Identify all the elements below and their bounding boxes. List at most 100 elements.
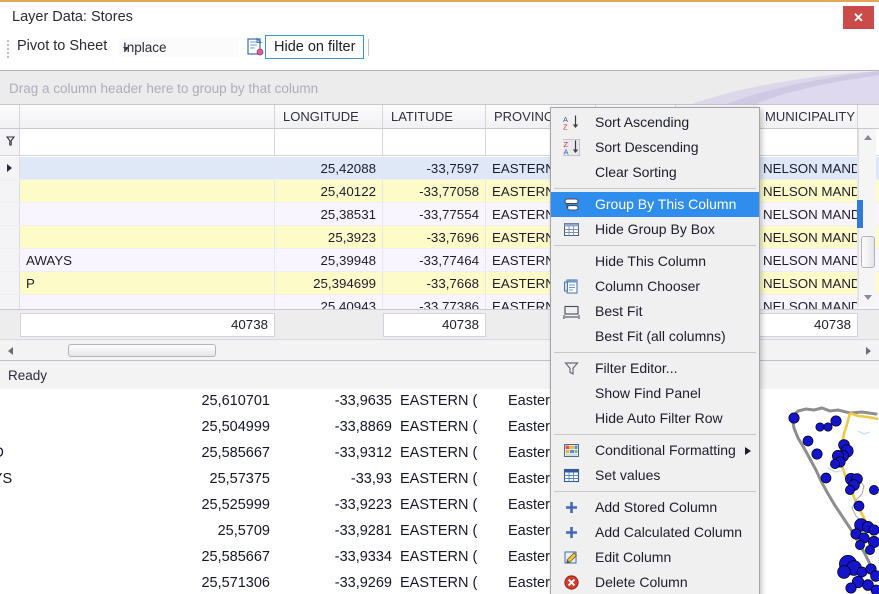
background-cell-prov: EASTERN (: [400, 388, 508, 414]
toolbar-drag-handle[interactable]: [7, 40, 11, 57]
grid-cell-lon[interactable]: 25,40122: [275, 180, 383, 202]
grid-column-header-lat[interactable]: LATITUDE: [383, 105, 486, 128]
grid-cell-muni[interactable]: NELSON MANDEL: [757, 249, 858, 271]
pivot-to-sheet-label[interactable]: Pivot to Sheet: [17, 38, 107, 54]
close-button[interactable]: ✕: [843, 6, 874, 29]
grid-cell-lon[interactable]: 25,42088: [275, 157, 383, 179]
menu-item-best-fit[interactable]: Best Fit: [551, 299, 759, 324]
menu-item-label: Sort Descending: [595, 139, 699, 155]
grid-cell-lat[interactable]: -33,7668: [383, 272, 486, 294]
menu-item-conditional-formatting[interactable]: Conditional Formatting: [551, 438, 759, 463]
grid-column-header-name[interactable]: [20, 105, 275, 128]
scroll-left-arrow-icon[interactable]: [8, 347, 13, 355]
grid-cell-lon[interactable]: 25,39948: [275, 249, 383, 271]
scroll-up-arrow-icon[interactable]: [864, 135, 872, 140]
pivot-mode-select[interactable]: Inplace: [118, 36, 240, 58]
grid-cell-lat[interactable]: -33,77554: [383, 203, 486, 225]
menu-item-add-calculated-column[interactable]: Add Calculated Column: [551, 520, 759, 545]
current-row-arrow-icon: [7, 164, 12, 172]
grid-cell-name[interactable]: [20, 180, 275, 202]
grid-cell-name[interactable]: AWAYS: [20, 249, 275, 271]
grid-cell-muni[interactable]: NELSON MANDEL: [757, 272, 858, 294]
grid-cell-name[interactable]: [20, 295, 275, 309]
background-cell-name: ROAD: [0, 440, 122, 466]
background-cell-name: T: [0, 388, 122, 414]
background-cell-lat: -33,8869: [272, 414, 392, 440]
grid-cell-muni[interactable]: NELSON MANDEL: [757, 180, 858, 202]
menu-separator: [554, 491, 756, 492]
menu-item-label: Add Stored Column: [595, 499, 717, 515]
menu-item-label: Add Calculated Column: [595, 524, 742, 540]
menu-item-column-chooser[interactable]: Column Chooser: [551, 274, 759, 299]
menu-item-hide-auto-filter-row[interactable]: Hide Auto Filter Row: [551, 406, 759, 431]
grid-cell-muni[interactable]: NELSON MANDEL: [757, 203, 858, 225]
menu-item-label: Best Fit: [595, 303, 642, 319]
scroll-right-arrow-icon[interactable]: [866, 347, 871, 355]
grid-cell-lon[interactable]: 25,38531: [275, 203, 383, 225]
row-indicator[interactable]: [0, 249, 20, 271]
background-cell-lon: 25,504999: [120, 414, 270, 440]
grid-cell-name[interactable]: [20, 203, 275, 225]
background-cell-prov: EASTERN (: [400, 492, 508, 518]
scroll-down-arrow-icon[interactable]: [864, 295, 872, 300]
grid-column-header-muni[interactable]: MUNICIPALITY: [757, 105, 858, 128]
filter-input-lon[interactable]: [275, 129, 383, 155]
grid-cell-name[interactable]: [20, 226, 275, 248]
grid-cell-lat[interactable]: -33,7696: [383, 226, 486, 248]
menu-item-sort-descending[interactable]: ZASort Descending: [551, 135, 759, 160]
grid-cell-lat[interactable]: -33,77058: [383, 180, 486, 202]
export-icon[interactable]: [244, 36, 266, 58]
grid-cell-lat[interactable]: -33.77386: [383, 295, 486, 309]
menu-item-label: Conditional Formatting: [595, 442, 736, 458]
filter-input-muni[interactable]: [757, 129, 858, 155]
background-cell-lon: 25,610701: [120, 388, 270, 414]
row-indicator[interactable]: [0, 226, 20, 248]
menu-item-delete-column[interactable]: Delete Column: [551, 570, 759, 594]
grid-cell-muni[interactable]: NELSON MANDEL: [757, 295, 858, 309]
map-view[interactable]: [757, 386, 879, 594]
group-by-box[interactable]: Drag a column header here to group by th…: [0, 70, 879, 105]
hide-on-filter-button[interactable]: Hide on filter: [265, 35, 364, 59]
menu-item-sort-ascending[interactable]: AZSort Ascending: [551, 110, 759, 135]
menu-item-filter-editor[interactable]: Filter Editor...: [551, 356, 759, 381]
row-indicator[interactable]: [0, 272, 20, 294]
grid-cell-lat[interactable]: -33,7597: [383, 157, 486, 179]
menu-item-label: Hide Group By Box: [595, 221, 715, 237]
grid-cell-lon[interactable]: 25.40943: [275, 295, 383, 309]
filter-row-indicator: [0, 129, 20, 155]
row-indicator[interactable]: [0, 157, 20, 179]
grid-cell-name[interactable]: P: [20, 272, 275, 294]
row-indicator[interactable]: [0, 203, 20, 225]
grid-column-header-lon[interactable]: LONGITUDE: [275, 105, 383, 128]
submenu-arrow-icon: [745, 447, 751, 455]
menu-item-label: Set values: [595, 467, 660, 483]
menu-item-add-stored-column[interactable]: Add Stored Column: [551, 495, 759, 520]
menu-item-set-values[interactable]: Set values: [551, 463, 759, 488]
menu-item-label: Clear Sorting: [595, 164, 677, 180]
set-values-icon: [563, 467, 580, 484]
menu-item-show-find-panel[interactable]: Show Find Panel: [551, 381, 759, 406]
menu-item-edit-column[interactable]: Edit Column: [551, 545, 759, 570]
menu-item-hide-group-by-box[interactable]: Hide Group By Box: [551, 217, 759, 242]
conditional-formatting-icon: [563, 442, 580, 459]
filter-input-lat[interactable]: [383, 129, 486, 155]
grid-cell-lon[interactable]: 25,3923: [275, 226, 383, 248]
row-indicator[interactable]: [0, 295, 20, 309]
grid-cell-muni[interactable]: NELSON MANDEL: [757, 226, 858, 248]
horizontal-scroll-thumb[interactable]: [68, 344, 216, 357]
menu-item-hide-this-column[interactable]: Hide This Column: [551, 249, 759, 274]
grid-cell-lon[interactable]: 25,394699: [275, 272, 383, 294]
grid-cell-muni[interactable]: NELSON MANDEL: [757, 157, 858, 179]
background-cell-lon: 25,571306: [120, 570, 270, 594]
menu-item-clear-sorting[interactable]: Clear Sorting: [551, 160, 759, 185]
background-cell-name: RE: [0, 414, 122, 440]
grid-cell-name[interactable]: [20, 157, 275, 179]
vertical-scroll-thumb[interactable]: [861, 236, 875, 268]
menu-item-group-by-this-column[interactable]: Group By This Column: [551, 192, 759, 217]
background-cell-lat: -33,93: [272, 466, 392, 492]
group-box-icon: [563, 221, 580, 238]
grid-cell-lat[interactable]: -33,77464: [383, 249, 486, 271]
filter-input-name[interactable]: [20, 129, 275, 155]
menu-item-best-fit-all-columns[interactable]: Best Fit (all columns): [551, 324, 759, 349]
row-indicator[interactable]: [0, 180, 20, 202]
